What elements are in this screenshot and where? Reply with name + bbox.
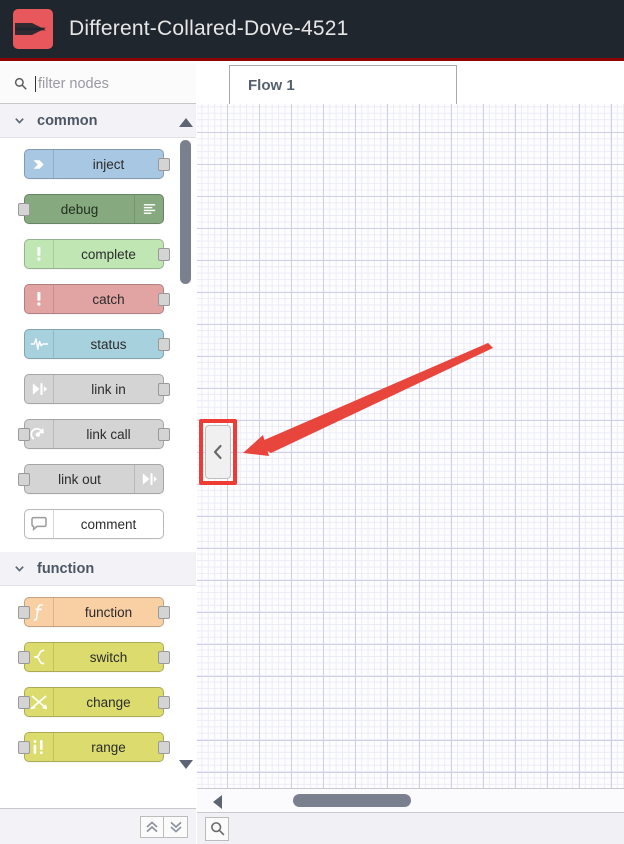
input-port[interactable] [18, 473, 30, 486]
chevron-left-icon [213, 444, 222, 460]
exclamation-icon [25, 285, 54, 313]
node-label: switch [89, 649, 128, 665]
input-port[interactable] [18, 741, 30, 754]
app-header: Different-Collared-Dove-4521 [0, 0, 624, 61]
palette-scrollbar[interactable] [176, 104, 194, 808]
node-label: function [84, 604, 133, 620]
tab-label: Flow 1 [248, 77, 295, 94]
palette-node-range[interactable]: range [18, 732, 170, 762]
palette-node-catch[interactable]: catch [24, 284, 170, 314]
workspace-footer [197, 812, 624, 844]
input-port[interactable] [18, 651, 30, 664]
node-label: inject [92, 156, 125, 172]
input-port[interactable] [18, 203, 30, 216]
input-port[interactable] [18, 428, 30, 441]
chevrons-up-icon [146, 820, 158, 832]
palette-category-function[interactable]: function [0, 552, 196, 586]
chevron-down-icon [15, 566, 24, 572]
page-title: Different-Collared-Dove-4521 [69, 17, 349, 40]
exclamation-icon [25, 240, 54, 268]
output-port[interactable] [158, 696, 170, 709]
output-port[interactable] [158, 428, 170, 441]
workspace-tabbar: Flow 1 [196, 64, 624, 105]
chevrons-down-icon [169, 821, 182, 833]
palette-category-function-body: function switch change range [0, 586, 196, 775]
expand-all-button[interactable] [164, 815, 188, 838]
collapse-palette-handle[interactable] [205, 425, 231, 479]
palette-node-change[interactable]: change [18, 687, 170, 717]
node-red-logo-icon [13, 9, 53, 49]
palette-footer [0, 808, 196, 844]
search-icon [14, 77, 27, 90]
triangle-down-icon[interactable] [179, 760, 193, 769]
palette-search-bar[interactable]: filter nodes [0, 64, 196, 104]
debug-lines-icon [134, 195, 163, 223]
triangle-up-icon[interactable] [179, 118, 193, 127]
palette-node-function[interactable]: function [18, 597, 170, 627]
search-flows-button[interactable] [205, 816, 229, 841]
output-port[interactable] [158, 248, 170, 261]
canvas-horizontal-scrollbar[interactable] [197, 788, 624, 812]
node-label: link in [91, 381, 126, 397]
node-palette: filter nodes common inject debug complet… [0, 64, 196, 844]
search-input[interactable]: filter nodes [35, 74, 196, 94]
triangle-left-icon[interactable] [213, 795, 222, 809]
palette-scrollbar-thumb[interactable] [180, 140, 191, 284]
node-label: link call [86, 426, 131, 442]
category-label: common [37, 112, 98, 129]
palette-scrollbar-track[interactable] [179, 134, 192, 804]
palette-node-debug[interactable]: debug [18, 194, 164, 224]
flow-canvas[interactable] [197, 104, 624, 788]
palette-node-complete[interactable]: complete [24, 239, 170, 269]
search-icon [210, 822, 224, 836]
output-port[interactable] [158, 383, 170, 396]
palette-node-link-in[interactable]: link in [24, 374, 170, 404]
node-label: range [91, 739, 126, 755]
palette-node-status[interactable]: status [24, 329, 170, 359]
collapse-all-button[interactable] [140, 815, 164, 838]
link-icon [134, 465, 163, 493]
category-label: function [37, 560, 95, 577]
link-icon [25, 375, 54, 403]
node-label: comment [80, 516, 137, 532]
annotation-arrow [243, 343, 493, 456]
node-label: status [90, 336, 127, 352]
palette-node-link-out[interactable]: link out [18, 464, 164, 494]
node-red-editor: Different-Collared-Dove-4521 filter node… [0, 0, 624, 844]
tab-flow-1[interactable]: Flow 1 [229, 65, 457, 105]
input-port[interactable] [18, 696, 30, 709]
palette-node-switch[interactable]: switch [18, 642, 170, 672]
pulse-wave-icon [25, 330, 54, 358]
node-label: catch [92, 291, 125, 307]
palette-node-inject[interactable]: inject [24, 149, 170, 179]
output-port[interactable] [158, 606, 170, 619]
palette-category-common[interactable]: common [0, 104, 196, 138]
palette-node-comment[interactable]: comment [24, 509, 164, 539]
node-label: complete [81, 246, 136, 262]
output-port[interactable] [158, 741, 170, 754]
output-port[interactable] [158, 651, 170, 664]
output-port[interactable] [158, 158, 170, 171]
palette-category-common-body: inject debug complete catch status link … [0, 138, 196, 552]
input-port[interactable] [18, 606, 30, 619]
node-label: link out [58, 471, 101, 487]
horizontal-scrollbar-thumb[interactable] [293, 794, 411, 807]
output-port[interactable] [158, 338, 170, 351]
palette-scroll-area[interactable]: common inject debug complete catch statu… [0, 104, 196, 808]
node-label: change [86, 694, 131, 710]
output-port[interactable] [158, 293, 170, 306]
palette-node-link-call[interactable]: link call [18, 419, 170, 449]
chevron-down-icon [15, 118, 24, 124]
comment-bubble-icon [25, 510, 54, 538]
inject-arrow-icon [25, 150, 54, 178]
text-caret [35, 75, 36, 92]
node-label: debug [60, 201, 99, 217]
search-placeholder: filter nodes [38, 75, 109, 92]
